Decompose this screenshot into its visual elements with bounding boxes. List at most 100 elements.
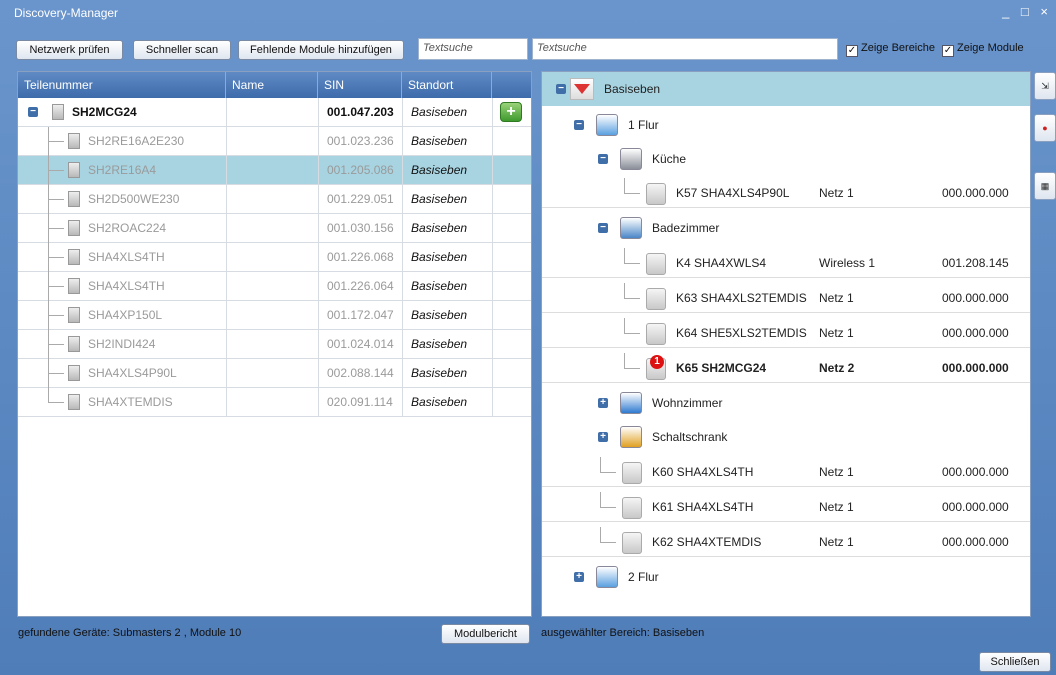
add-missing-modules-button[interactable]: Fehlende Module hinzufügen [238, 40, 404, 60]
name-cell[interactable] [226, 272, 318, 301]
table-row[interactable]: SH2ROAC224 001.030.156 Basiseben [18, 214, 531, 243]
tree-root-label: Basiseben [604, 82, 661, 96]
table-row[interactable]: SH2INDI424 001.024.014 Basiseben [18, 330, 531, 359]
collapse-icon[interactable]: − [556, 84, 566, 94]
expand-icon[interactable]: + [598, 398, 608, 408]
tree-module-k63[interactable]: K63 SHA4XLS2TEMDIS Netz 1 000.000.000 [542, 283, 1030, 313]
tree-module-k4[interactable]: K4 SHA4XWLS4 Wireless 1 001.208.145 [542, 248, 1030, 278]
network-cell: Netz 1 [819, 186, 854, 200]
part-number-cell: SH2RE16A2E230 [88, 134, 185, 148]
tree-module-k62[interactable]: K62 SHA4XTEMDIS Netz 1 000.000.000 [542, 527, 1030, 557]
network-cell: Netz 1 [819, 500, 854, 514]
table-row[interactable]: SH2RE16A2E230 001.023.236 Basiseben [18, 127, 531, 156]
location-cell[interactable]: Basiseben [402, 272, 492, 301]
tree-area-kitchen[interactable]: − Küche [542, 144, 1030, 174]
action-cell [492, 243, 531, 272]
tree-area-control-cabinet[interactable]: + Schaltschrank [542, 422, 1030, 452]
module-report-button[interactable]: Modulbericht [441, 624, 530, 644]
tree-root-row[interactable]: − Basiseben [542, 72, 1030, 106]
expand-icon[interactable]: + [574, 572, 584, 582]
window-controls[interactable]: _ □ × [1002, 4, 1052, 19]
table-row[interactable]: SHA4XLS4TH 001.226.068 Basiseben [18, 243, 531, 272]
action-cell [492, 214, 531, 243]
name-cell[interactable] [226, 185, 318, 214]
column-part-number[interactable]: Teilenummer [18, 72, 226, 98]
tree-module-k61[interactable]: K61 SHA4XLS4TH Netz 1 000.000.000 [542, 492, 1030, 522]
area-label: Schaltschrank [652, 430, 728, 444]
show-areas-checkbox[interactable]: ✓ Zeige Bereiche [846, 42, 935, 57]
table-row[interactable]: SHA4XTEMDIS 020.091.114 Basiseben [18, 388, 531, 417]
right-search-input[interactable]: Textsuche [532, 38, 838, 60]
close-button[interactable]: Schließen [979, 652, 1051, 672]
tree-module-k65[interactable]: 1 K65 SH2MCG24 Netz 2 000.000.000 [542, 353, 1030, 383]
stop-icon[interactable]: ● [1034, 114, 1056, 142]
name-cell[interactable] [226, 156, 318, 185]
collapse-icon[interactable]: − [574, 120, 584, 130]
table-row[interactable]: − SH2MCG24 001.047.203 Basiseben + [18, 98, 531, 127]
module-label: K57 SHA4XLS4P90L [676, 186, 790, 200]
tree-area-floor-2[interactable]: +2 Flur [542, 562, 1030, 592]
module-icon [68, 330, 80, 359]
name-cell[interactable] [226, 359, 318, 388]
module-label: K62 SHA4XTEMDIS [652, 535, 762, 549]
room-icon [596, 566, 618, 588]
tree-module-k57[interactable]: K57 SHA4XLS4P90L Netz 1 000.000.000 [542, 178, 1030, 208]
left-search-input[interactable]: Textsuche [418, 38, 528, 60]
tree-module-k60[interactable]: K60 SHA4XLS4TH Netz 1 000.000.000 [542, 457, 1030, 487]
checkmark-icon: ✓ [942, 45, 954, 57]
location-cell[interactable]: Basiseben [402, 127, 492, 156]
table-row[interactable]: SHA4XLS4TH 001.226.064 Basiseben [18, 272, 531, 301]
column-name[interactable]: Name [226, 72, 318, 98]
part-number-cell: SH2MCG24 [72, 105, 137, 119]
location-cell[interactable]: Basiseben [402, 330, 492, 359]
column-sin[interactable]: SIN [318, 72, 402, 98]
show-modules-checkbox[interactable]: ✓ Zeige Module [942, 42, 1024, 57]
location-cell[interactable]: Basiseben [402, 98, 492, 127]
tree-area-living-room[interactable]: + Wohnzimmer [542, 388, 1030, 418]
fast-scan-button[interactable]: Schneller scan [133, 40, 231, 60]
side-action-icon[interactable]: ⇲ [1034, 72, 1056, 100]
collapse-icon[interactable]: − [28, 107, 38, 117]
name-cell[interactable] [226, 243, 318, 272]
location-cell[interactable]: Basiseben [402, 214, 492, 243]
table-row[interactable]: SHA4XP150L 001.172.047 Basiseben [18, 301, 531, 330]
table-row[interactable]: SH2D500WE230 001.229.051 Basiseben [18, 185, 531, 214]
location-cell[interactable]: Basiseben [402, 359, 492, 388]
module-grid: Teilenummer Name SIN Standort − SH2MCG24 0… [17, 71, 532, 617]
location-cell[interactable]: Basiseben [402, 243, 492, 272]
check-network-button[interactable]: Netzwerk prüfen [16, 40, 123, 60]
part-number-cell: SHA4XLS4TH [88, 279, 165, 293]
name-cell[interactable] [226, 330, 318, 359]
module-icon [68, 388, 80, 417]
module-icon [68, 359, 80, 388]
column-location[interactable]: Standort [402, 72, 492, 98]
tree-module-k64[interactable]: K64 SHE5XLS2TEMDIS Netz 1 000.000.000 [542, 318, 1030, 348]
name-cell[interactable] [226, 127, 318, 156]
room-icon [620, 392, 642, 414]
collapse-icon[interactable]: − [598, 154, 608, 164]
name-cell[interactable] [226, 214, 318, 243]
location-cell[interactable]: Basiseben [402, 156, 492, 185]
sin-cell: 020.091.114 [318, 388, 402, 417]
collapse-icon[interactable]: − [598, 223, 608, 233]
location-cell[interactable]: Basiseben [402, 185, 492, 214]
add-module-icon[interactable]: + [500, 102, 522, 122]
sin-cell: 000.000.000 [942, 535, 1009, 549]
module-icon [52, 98, 64, 127]
name-cell[interactable] [226, 301, 318, 330]
name-cell[interactable] [226, 98, 318, 127]
room-icon [620, 426, 642, 448]
table-row[interactable]: SHA4XLS4P90L 002.088.144 Basiseben [18, 359, 531, 388]
tree-area-bathroom[interactable]: − Badezimmer [542, 213, 1030, 243]
location-cell[interactable]: Basiseben [402, 388, 492, 417]
module-icon [622, 497, 642, 519]
tree-area-floor-1[interactable]: − 1 Flur [542, 110, 1030, 140]
area-label: 2 Flur [628, 570, 659, 584]
network-cell: Netz 1 [819, 465, 854, 479]
expand-icon[interactable]: + [598, 432, 608, 442]
location-cell[interactable]: Basiseben [402, 301, 492, 330]
name-cell[interactable] [226, 388, 318, 417]
module-icon [68, 301, 80, 330]
table-row[interactable]: SH2RE16A4 001.205.086 Basiseben [18, 156, 531, 185]
network-icon[interactable]: ▦ [1034, 172, 1056, 200]
